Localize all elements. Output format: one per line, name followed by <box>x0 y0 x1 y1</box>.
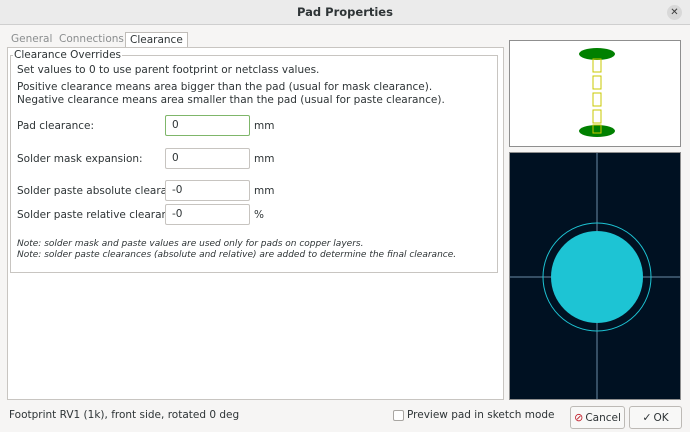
paste-relative-input[interactable]: -0 <box>165 204 250 225</box>
bottom-pad-shape <box>579 125 615 137</box>
ok-button[interactable]: ✓ OK <box>629 406 682 429</box>
checkmark-icon: ✓ <box>642 411 652 424</box>
solder-mask-input[interactable]: 0 <box>165 148 250 169</box>
cancel-button-label: Cancel <box>585 411 621 424</box>
positive-clearance-text: Positive clearance means area bigger tha… <box>17 81 433 93</box>
drill-slot-outline <box>592 58 602 134</box>
top-pad-shape <box>579 48 615 60</box>
pad-clearance-input[interactable]: 0 <box>165 115 250 136</box>
solder-mask-unit: mm <box>254 153 275 165</box>
window-title: Pad Properties <box>297 5 393 19</box>
sketch-mode-label[interactable]: Preview pad in sketch mode <box>407 409 555 421</box>
pad-shape <box>551 231 643 323</box>
tab-connections[interactable]: Connections <box>55 32 128 48</box>
pad-outline-preview <box>509 40 681 147</box>
note-mask-paste: Note: solder mask and paste values are u… <box>17 239 364 249</box>
footprint-status: Footprint RV1 (1k), front side, rotated … <box>9 409 240 421</box>
ok-button-label: OK <box>653 411 669 424</box>
sketch-mode-checkbox[interactable] <box>393 410 404 421</box>
pad-clearance-unit: mm <box>254 120 275 132</box>
cancel-icon: ⊘ <box>574 411 584 424</box>
title-bar: Pad Properties ✕ <box>0 0 690 25</box>
close-icon[interactable]: ✕ <box>667 5 682 20</box>
solder-mask-label: Solder mask expansion: <box>17 153 143 165</box>
pad-canvas-svg <box>510 153 680 399</box>
paste-relative-label: Solder paste relative clearance: <box>17 209 184 221</box>
negative-clearance-text: Negative clearance means area smaller th… <box>17 94 445 106</box>
group-title: Clearance Overrides <box>13 49 123 61</box>
footprint-preview-svg <box>579 48 615 137</box>
note-paste-clearances: Note: solder paste clearances (absolute … <box>17 250 457 260</box>
paste-relative-unit: % <box>254 209 264 221</box>
paste-absolute-label: Solder paste absolute clearance: <box>17 185 190 197</box>
tab-general[interactable]: General <box>7 32 56 48</box>
paste-absolute-unit: mm <box>254 185 275 197</box>
intro-text: Set values to 0 to use parent footprint … <box>17 64 320 76</box>
pad-canvas-preview[interactable] <box>509 152 681 400</box>
paste-absolute-input[interactable]: -0 <box>165 180 250 201</box>
cancel-button[interactable]: ⊘ Cancel <box>570 406 625 429</box>
pad-clearance-label: Pad clearance: <box>17 120 95 132</box>
